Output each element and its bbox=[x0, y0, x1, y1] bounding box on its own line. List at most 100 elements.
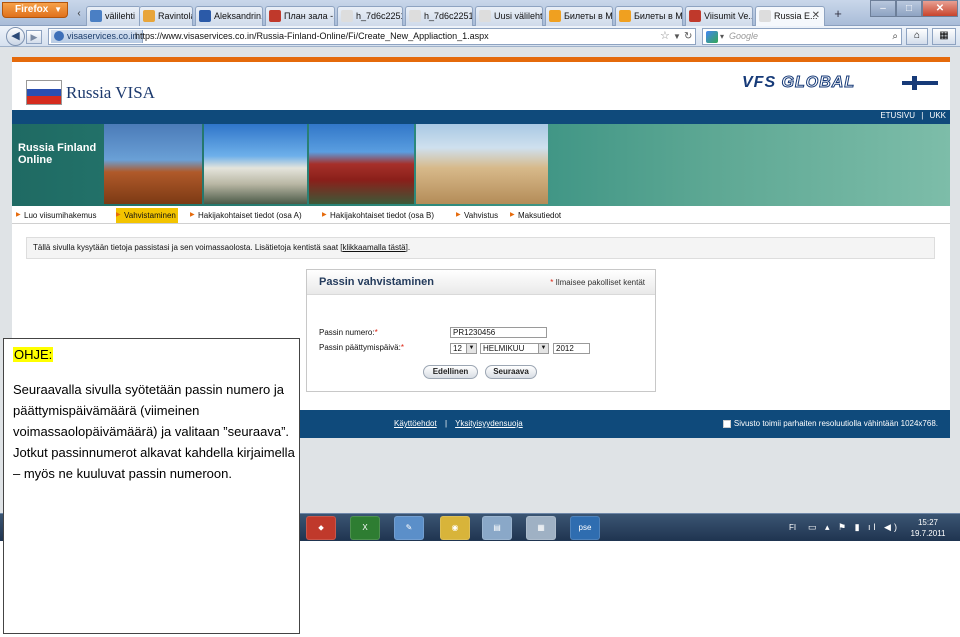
screenshot: Firefox ▼ ‹ välilehti Ravintola C... Ale… bbox=[0, 0, 960, 637]
url-text[interactable]: https://www.visaservices.co.in/Russia-Fi… bbox=[135, 29, 489, 44]
vfs-global-logo: VFS GLOBAL bbox=[742, 74, 855, 92]
browser-tab[interactable]: välilehti bbox=[86, 6, 141, 26]
browser-tab[interactable]: План зала -... bbox=[265, 6, 335, 26]
search-icon[interactable]: ⌕ bbox=[892, 29, 898, 44]
globe-icon bbox=[54, 31, 64, 41]
instruction-text: Seuraavalla sivulla syötetään passin num… bbox=[13, 382, 295, 481]
tab-scroll-left-button[interactable]: ‹ bbox=[73, 6, 85, 22]
home-button[interactable]: ⌂ bbox=[906, 28, 928, 45]
banner-photo-city bbox=[104, 124, 202, 204]
site-header: Russia VISA VFS GLOBAL bbox=[12, 62, 950, 110]
close-icon[interactable]: ✕ bbox=[812, 7, 820, 25]
browser-tab-active[interactable]: Russia E... ✕ bbox=[755, 6, 825, 27]
browser-tab[interactable]: h_7d6c2251... bbox=[405, 6, 473, 26]
firefox-menu-button[interactable]: Firefox ▼ bbox=[2, 2, 68, 18]
back-button[interactable]: ◀ bbox=[6, 27, 25, 46]
notepad-icon[interactable]: ✎ bbox=[394, 516, 424, 540]
russian-flag-icon bbox=[26, 80, 62, 105]
bookmark-star-icon[interactable]: ☆ bbox=[660, 29, 670, 44]
pse-icon[interactable]: pse bbox=[570, 516, 600, 540]
next-button[interactable]: Seuraava bbox=[485, 365, 537, 379]
site-brand[interactable]: Russia VISA bbox=[66, 83, 155, 103]
clock-date: 19.7.2011 bbox=[910, 529, 946, 538]
passport-number-label: Passin numero:* bbox=[319, 328, 378, 337]
clock[interactable]: 15:27 19.7.2011 bbox=[906, 517, 950, 539]
expiry-day-select[interactable]: 12 ▼ bbox=[450, 343, 477, 354]
previous-button[interactable]: Edellinen bbox=[423, 365, 478, 379]
browser-tab[interactable]: h_7d6c2251... bbox=[337, 6, 403, 26]
browser-nav-bar: ◀ ▶ visaservices.co.in https://www.visas… bbox=[0, 26, 960, 47]
forward-button[interactable]: ▶ bbox=[26, 30, 42, 44]
privacy-link[interactable]: Yksityisyydensuoja bbox=[455, 419, 523, 428]
search-placeholder: Google bbox=[729, 31, 759, 41]
terms-link[interactable]: Käyttöehdot bbox=[394, 419, 437, 428]
select-value: HELMIKUU bbox=[483, 344, 525, 353]
required-star-icon: * bbox=[374, 328, 378, 337]
banner-photo-sandcastle bbox=[416, 124, 548, 204]
page-favicon-icon bbox=[549, 10, 561, 22]
step-payment[interactable]: Maksutiedot bbox=[510, 208, 561, 223]
browser-tab[interactable]: Viisumit Ve... bbox=[685, 6, 753, 26]
site-identity-button[interactable]: visaservices.co.in bbox=[51, 30, 143, 43]
vfs-logo-text: VFS bbox=[742, 74, 777, 91]
addon-bar-button[interactable]: ▦ bbox=[932, 28, 956, 45]
banner-title-line: Online bbox=[18, 154, 53, 166]
pdf-reader-icon[interactable]: ⬥ bbox=[306, 516, 336, 540]
browser-tab[interactable]: Uusi välilehti bbox=[475, 6, 543, 26]
step-applicant-b[interactable]: Hakijakohtaiset tiedot (osa B) bbox=[322, 208, 434, 223]
excel-icon[interactable]: X bbox=[350, 516, 380, 540]
page-favicon-icon bbox=[689, 10, 701, 22]
search-box[interactable]: ▾ Google ⌕ bbox=[702, 28, 902, 45]
chevron-down-icon[interactable]: ▾ bbox=[720, 29, 724, 44]
puzzle-icon: ▦ bbox=[939, 30, 949, 41]
required-note-text: Ilmaisee pakolliset kentät bbox=[555, 278, 645, 287]
page-favicon-icon bbox=[409, 10, 421, 22]
select-value: 12 bbox=[453, 344, 462, 353]
passport-number-input[interactable]: PR1230456 bbox=[450, 327, 547, 338]
nav-link-home[interactable]: ETUSIVU bbox=[880, 111, 915, 120]
step-create-application[interactable]: Luo viisumihakemus bbox=[16, 208, 96, 223]
step-verification[interactable]: Vahvistus bbox=[456, 208, 498, 223]
expiry-year-input[interactable]: 2012 bbox=[553, 343, 590, 354]
reload-icon[interactable]: ↻ bbox=[684, 29, 692, 44]
nav-separator: | bbox=[921, 111, 924, 120]
system-tray: FI ▭ ▴ ⚑ ▮ ıl ◀) 15:27 19.7.2011 bbox=[786, 514, 956, 542]
page-favicon-icon bbox=[199, 10, 211, 22]
nav-link-faq[interactable]: UKK bbox=[930, 111, 946, 120]
tab-label: Билеты в М... bbox=[564, 11, 613, 21]
minimize-button[interactable]: – bbox=[870, 0, 896, 17]
window-controls: – □ ✕ bbox=[870, 0, 958, 18]
required-note: * Ilmaisee pakolliset kentät bbox=[550, 278, 645, 287]
browser-tab[interactable]: Aleksandrin... bbox=[195, 6, 263, 26]
clock-time: 15:27 bbox=[917, 518, 939, 527]
google-icon[interactable] bbox=[706, 31, 718, 43]
calculator-icon[interactable]: ▤ bbox=[482, 516, 512, 540]
tab-label: Билеты в М... bbox=[634, 11, 683, 21]
tray-icons[interactable]: ▭ ▴ ⚑ ▮ ıl ◀) bbox=[808, 522, 900, 533]
info-text-end: ]. bbox=[405, 243, 411, 252]
passport-form: Passin vahvistaminen * Ilmaisee pakollis… bbox=[306, 269, 656, 392]
spreadsheet-icon[interactable]: ▦ bbox=[526, 516, 556, 540]
chevron-down-icon: ▼ bbox=[466, 344, 476, 353]
chrome-icon[interactable]: ◉ bbox=[440, 516, 470, 540]
resolution-note-text: Sivusto toimii parhaiten resoluutiolla v… bbox=[733, 419, 938, 428]
tab-label: Aleksandrin... bbox=[214, 11, 263, 21]
browser-tab[interactable]: Билеты в М... bbox=[615, 6, 683, 26]
resolution-note: Sivusto toimii parhaiten resoluutiolla v… bbox=[722, 410, 938, 438]
form-header: Passin vahvistaminen * Ilmaisee pakollis… bbox=[307, 270, 655, 295]
address-bar[interactable]: visaservices.co.in https://www.visaservi… bbox=[48, 28, 696, 45]
close-window-button[interactable]: ✕ bbox=[922, 0, 958, 17]
expiry-month-select[interactable]: HELMIKUU ▼ bbox=[480, 343, 549, 354]
tab-label: h_7d6c2251... bbox=[424, 11, 472, 21]
language-indicator[interactable]: FI bbox=[789, 523, 796, 532]
chevron-down-icon[interactable]: ▼ bbox=[673, 29, 681, 44]
step-confirmation[interactable]: Vahvistaminen bbox=[116, 208, 178, 223]
browser-tab[interactable]: Билеты в М... bbox=[545, 6, 613, 26]
new-tab-button[interactable]: + bbox=[830, 7, 846, 23]
maximize-button[interactable]: □ bbox=[896, 0, 922, 17]
step-applicant-a[interactable]: Hakijakohtaiset tiedot (osa A) bbox=[190, 208, 302, 223]
banner-title-line: Russia Finland bbox=[18, 142, 97, 154]
browser-tab[interactable]: Ravintola C... bbox=[139, 6, 193, 26]
page-favicon-icon bbox=[90, 10, 102, 22]
info-link[interactable]: klikkaamalla tästä bbox=[342, 243, 405, 252]
